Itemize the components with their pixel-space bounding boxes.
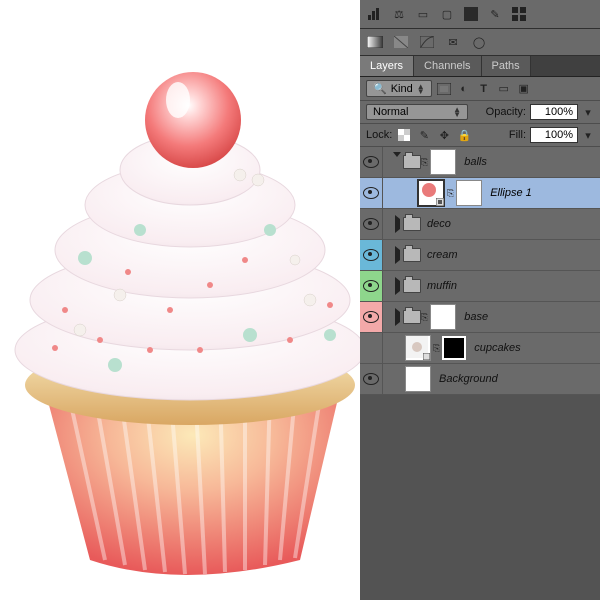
opacity-label: Opacity: xyxy=(486,106,526,118)
layer-thumbnail[interactable] xyxy=(417,179,445,207)
tool-options-row-2: ✉ ◯ xyxy=(360,29,600,56)
fill-dropdown[interactable]: ▾ xyxy=(582,129,594,142)
layer-group-deco[interactable]: deco xyxy=(360,209,600,240)
blend-row: Normal ▲▼ Opacity: 100% ▾ xyxy=(360,101,600,124)
filter-shape-icon[interactable]: ▭ xyxy=(496,81,512,97)
layer-cupcakes[interactable]: ⎘ cupcakes xyxy=(360,333,600,364)
folder-icon xyxy=(403,217,421,231)
fill-input[interactable]: 100% xyxy=(530,127,578,143)
layer-group-cream[interactable]: cream xyxy=(360,240,600,271)
layer-name[interactable]: Background xyxy=(433,373,600,385)
select-arrows-icon: ▲▼ xyxy=(417,84,425,94)
folder-icon xyxy=(403,279,421,293)
blend-mode-select[interactable]: Normal ▲▼ xyxy=(366,104,468,120)
lock-row: Lock: ✎ ✥ 🔒 Fill: 100% ▾ xyxy=(360,124,600,147)
disclosure-icon[interactable] xyxy=(395,215,400,233)
mask-thumbnail[interactable] xyxy=(442,336,466,360)
layer-name[interactable]: balls xyxy=(458,156,600,168)
curves-icon[interactable] xyxy=(418,33,436,51)
visibility-toggle[interactable] xyxy=(363,218,379,230)
fill-label: Fill: xyxy=(509,129,526,141)
disclosure-icon[interactable] xyxy=(393,152,401,167)
link-icon: ⎘ xyxy=(421,157,428,168)
mask-thumbnail[interactable] xyxy=(430,304,456,330)
link-icon: ⎘ xyxy=(421,312,428,323)
disclosure-icon[interactable] xyxy=(395,246,400,264)
filter-kind-select[interactable]: 🔍 Kind ▲▼ xyxy=(366,80,432,97)
disclosure-icon[interactable] xyxy=(395,308,400,326)
layer-thumbnail[interactable] xyxy=(405,366,431,392)
blend-mode-value: Normal xyxy=(373,106,408,118)
folder-icon xyxy=(403,310,421,324)
visibility-toggle[interactable] xyxy=(363,249,379,261)
layer-name[interactable]: base xyxy=(458,311,600,323)
opacity-input[interactable]: 100% xyxy=(530,104,578,120)
pattern-icon[interactable] xyxy=(392,33,410,51)
layer-group-base[interactable]: ⎘ base xyxy=(360,302,600,333)
visibility-toggle[interactable] xyxy=(363,373,379,385)
lock-paint-icon[interactable]: ✎ xyxy=(416,127,432,143)
layer-name[interactable]: cream xyxy=(421,249,600,261)
opacity-dropdown[interactable]: ▾ xyxy=(582,106,594,119)
filter-type-icon[interactable]: T xyxy=(476,81,492,97)
panels: ⚖ ▭ ▢ ✎ ✉ ◯ Layers Channels Paths 🔍 Kind… xyxy=(360,0,600,600)
folder-icon xyxy=(403,248,421,262)
link-icon: ⎘ xyxy=(433,343,440,354)
visibility-toggle[interactable] xyxy=(363,311,379,323)
layer-name[interactable]: deco xyxy=(421,218,600,230)
lock-transparency-icon[interactable] xyxy=(396,127,412,143)
lock-position-icon[interactable]: ✥ xyxy=(436,127,452,143)
layer-name[interactable]: Ellipse 1 xyxy=(484,187,600,199)
scales-icon[interactable]: ⚖ xyxy=(390,5,408,23)
filter-kind-label: Kind xyxy=(391,83,413,95)
link-icon: ⎘ xyxy=(447,188,454,199)
filter-smart-icon[interactable]: ▣ xyxy=(516,81,532,97)
mask-thumbnail[interactable] xyxy=(430,149,456,175)
tab-paths[interactable]: Paths xyxy=(482,56,531,76)
disclosure-icon[interactable] xyxy=(395,277,400,295)
filter-pixel-icon[interactable] xyxy=(436,81,452,97)
swatch-dark-icon[interactable] xyxy=(462,5,480,23)
visibility-toggle[interactable] xyxy=(363,280,379,292)
canvas-viewport xyxy=(0,0,360,600)
histogram-icon[interactable] xyxy=(366,5,384,23)
envelope-icon[interactable]: ✉ xyxy=(444,33,462,51)
layers-list: ⎘ balls ⎘ Ellipse 1 deco cream xyxy=(360,147,600,395)
lock-label: Lock: xyxy=(366,129,392,141)
gradient-icon[interactable] xyxy=(366,33,384,51)
layer-thumbnail[interactable] xyxy=(405,335,431,361)
tab-layers[interactable]: Layers xyxy=(360,56,414,76)
layer-ellipse-1[interactable]: ⎘ Ellipse 1 xyxy=(360,178,600,209)
folder-icon xyxy=(403,155,421,169)
panel-tabs: Layers Channels Paths xyxy=(360,56,600,77)
eyedropper-icon[interactable]: ✎ xyxy=(486,5,504,23)
lock-all-icon[interactable]: 🔒 xyxy=(456,127,472,143)
tab-channels[interactable]: Channels xyxy=(414,56,481,76)
tool-options-row-1: ⚖ ▭ ▢ ✎ xyxy=(360,0,600,29)
layer-name[interactable]: cupcakes xyxy=(468,342,600,354)
document-icon[interactable]: ▭ xyxy=(414,5,432,23)
mask-thumbnail[interactable] xyxy=(456,180,482,206)
layer-group-balls[interactable]: ⎘ balls xyxy=(360,147,600,178)
layer-background[interactable]: Background xyxy=(360,364,600,395)
layer-name[interactable]: muffin xyxy=(421,280,600,292)
layer-filter-row: 🔍 Kind ▲▼ ◐ T ▭ ▣ xyxy=(360,77,600,101)
circle-icon[interactable]: ◯ xyxy=(470,33,488,51)
visibility-toggle[interactable] xyxy=(363,187,379,199)
filter-adjust-icon[interactable]: ◐ xyxy=(456,81,472,97)
layers-icon[interactable]: ▢ xyxy=(438,5,456,23)
grid-icon[interactable] xyxy=(510,5,528,23)
search-icon: 🔍 xyxy=(373,82,387,95)
visibility-toggle[interactable] xyxy=(363,156,379,168)
cupcake-artwork xyxy=(0,0,360,600)
layer-group-muffin[interactable]: muffin xyxy=(360,271,600,302)
select-arrows-icon: ▲▼ xyxy=(453,107,461,117)
